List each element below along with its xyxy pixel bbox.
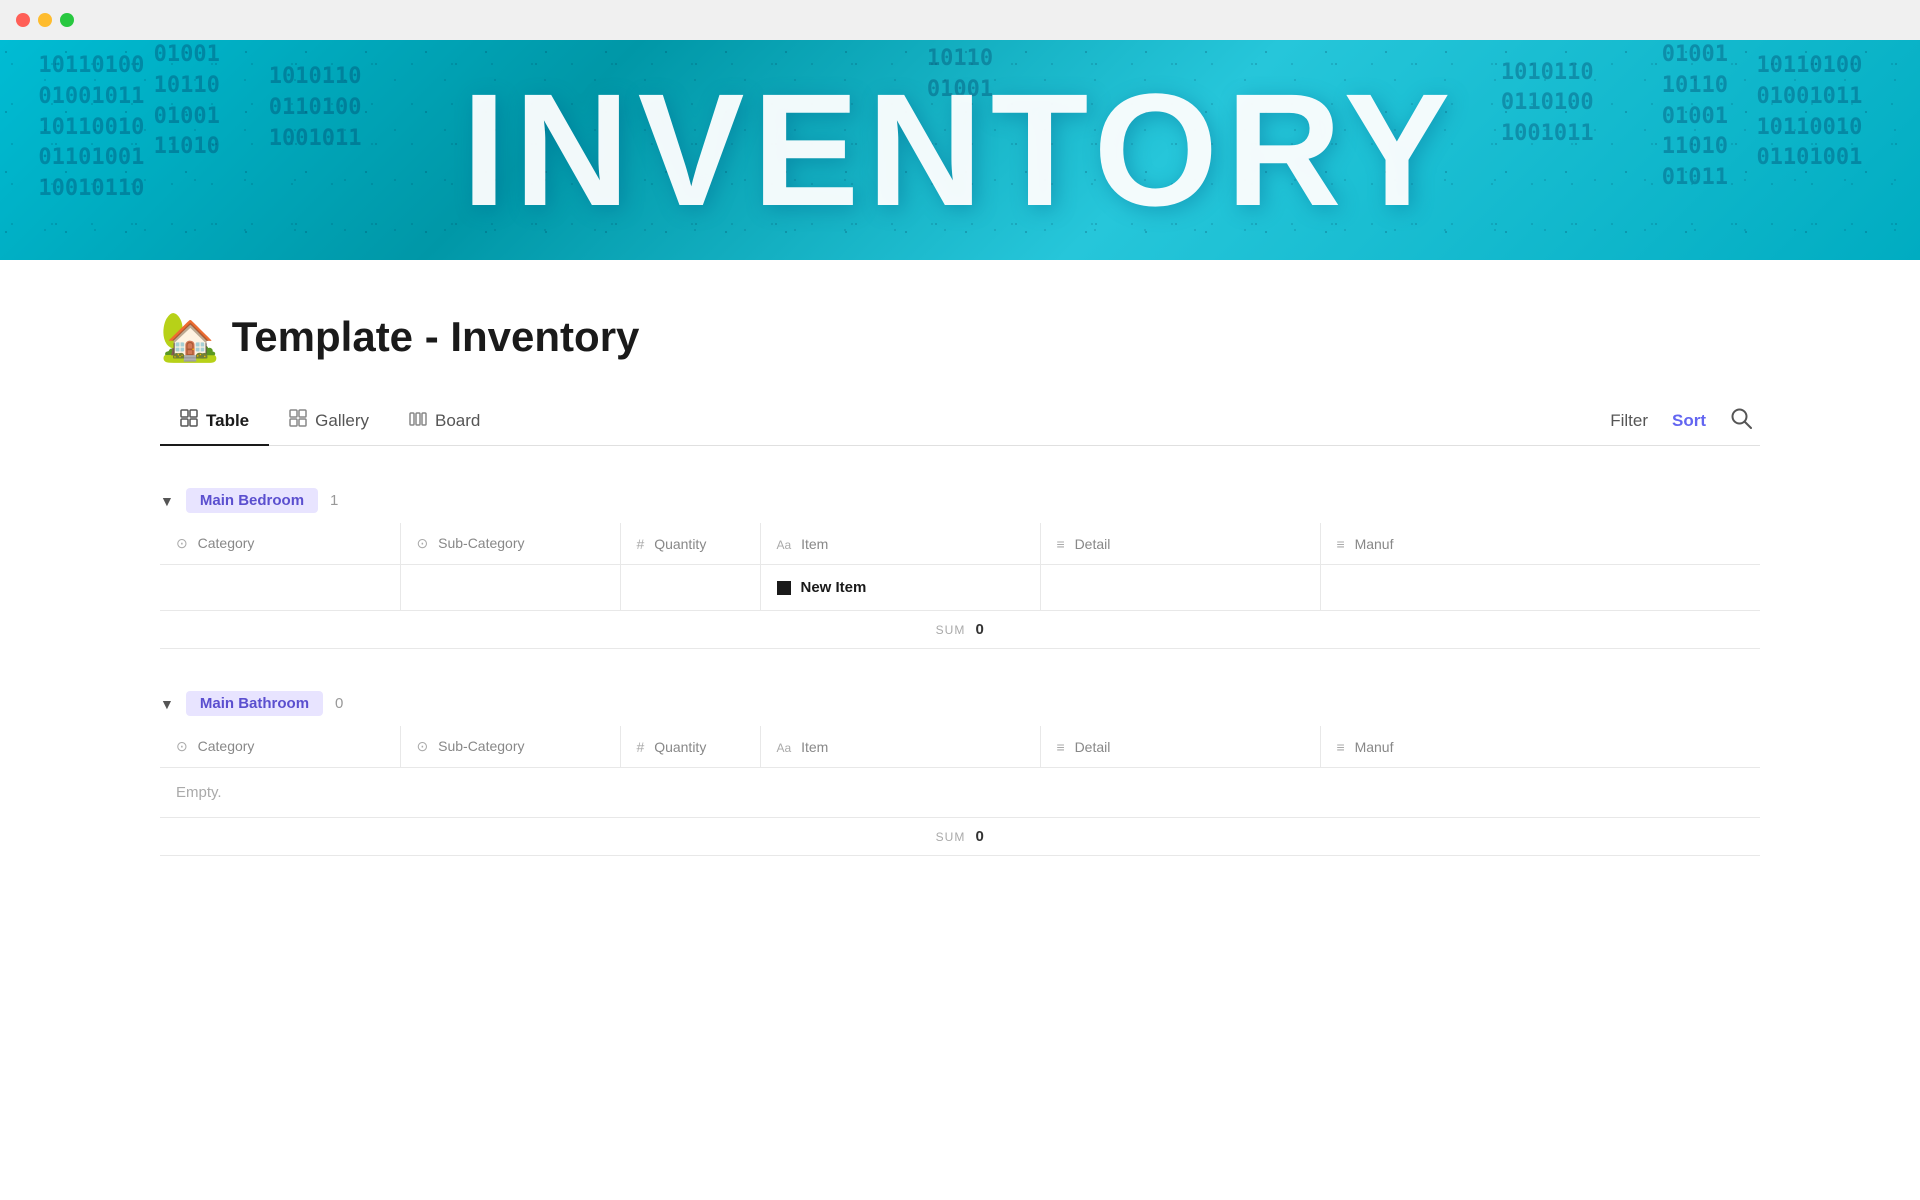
tabs-row: Table Gallery Boa — [160, 397, 1760, 446]
group-label-bathroom[interactable]: Main Bathroom — [186, 691, 323, 716]
filter-button[interactable]: Filter — [1610, 411, 1648, 431]
board-icon — [409, 411, 427, 431]
table-header-row-bathroom: ⊙ Category ⊙ Sub-Category # Quantity Aa … — [160, 726, 1760, 768]
th-subcategory-bathroom[interactable]: ⊙ Sub-Category — [400, 726, 620, 768]
subcategory-col-icon-b: ⊙ — [417, 738, 429, 754]
detail-col-icon: ≡ — [1057, 536, 1065, 552]
hero-banner: 1011010001001011101100100110100110010110… — [0, 40, 1920, 260]
cell-detail-0[interactable] — [1040, 565, 1320, 611]
tab-board-label: Board — [435, 411, 480, 431]
table-bedroom: ⊙ Category ⊙ Sub-Category # Quantity Aa … — [160, 523, 1760, 611]
table-bathroom: ⊙ Category ⊙ Sub-Category # Quantity Aa … — [160, 726, 1760, 818]
tab-table[interactable]: Table — [160, 397, 269, 446]
cell-manuf-0[interactable] — [1320, 565, 1760, 611]
group-chevron-bathroom[interactable]: ▼ — [160, 696, 174, 712]
gallery-icon — [289, 409, 307, 432]
th-item-bathroom[interactable]: Aa Item — [760, 726, 1040, 768]
group-count-bedroom: 1 — [330, 492, 338, 509]
table-header-row-bedroom: ⊙ Category ⊙ Sub-Category # Quantity Aa … — [160, 523, 1760, 565]
group-main-bedroom: ▼ Main Bedroom 1 ⊙ Category ⊙ Sub-Catego… — [160, 478, 1760, 649]
page-title: Template - Inventory — [232, 313, 640, 361]
th-subcategory-bedroom[interactable]: ⊙ Sub-Category — [400, 523, 620, 565]
manuf-col-icon: ≡ — [1337, 536, 1345, 552]
tab-gallery-label: Gallery — [315, 411, 369, 431]
group-main-bathroom: ▼ Main Bathroom 0 ⊙ Category ⊙ Sub-Categ… — [160, 681, 1760, 856]
hero-title: INVENTORY — [462, 58, 1459, 242]
item-col-icon-b: Aa — [777, 741, 792, 755]
titlebar — [0, 0, 1920, 40]
th-manuf-bathroom[interactable]: ≡ Manuf — [1320, 726, 1760, 768]
main-content: 🏡 Template - Inventory Table — [0, 260, 1920, 904]
subcategory-col-icon: ⊙ — [417, 535, 429, 551]
cell-quantity-0[interactable] — [620, 565, 760, 611]
th-quantity-bathroom[interactable]: # Quantity — [620, 726, 760, 768]
sum-row-bathroom: SUM 0 — [160, 818, 1760, 856]
page-title-row: 🏡 Template - Inventory — [160, 308, 1760, 365]
empty-row-bathroom: Empty. — [160, 768, 1760, 818]
manuf-col-icon-b: ≡ — [1337, 739, 1345, 755]
table-row[interactable]: New Item — [160, 565, 1760, 611]
group-label-bedroom[interactable]: Main Bedroom — [186, 488, 318, 513]
sum-value-bathroom: 0 — [975, 828, 984, 845]
group-header-bathroom: ▼ Main Bathroom 0 — [160, 681, 1760, 726]
tab-board[interactable]: Board — [389, 399, 500, 445]
cell-item-0[interactable]: New Item — [760, 565, 1040, 611]
quantity-col-icon: # — [637, 536, 645, 552]
th-category-bedroom[interactable]: ⊙ Category — [160, 523, 400, 565]
new-item-icon — [777, 581, 791, 595]
search-button[interactable] — [1730, 407, 1752, 435]
tab-gallery[interactable]: Gallery — [269, 397, 389, 446]
group-chevron-bedroom[interactable]: ▼ — [160, 493, 174, 509]
tab-actions: Filter Sort — [1610, 407, 1760, 435]
sum-value-bedroom: 0 — [975, 621, 984, 638]
group-count-bathroom: 0 — [335, 695, 343, 712]
page-emoji: 🏡 — [160, 308, 220, 365]
th-detail-bathroom[interactable]: ≡ Detail — [1040, 726, 1320, 768]
category-col-icon-b: ⊙ — [176, 738, 188, 754]
category-col-icon: ⊙ — [176, 535, 188, 551]
quantity-col-icon-b: # — [637, 739, 645, 755]
cell-category-0[interactable] — [160, 565, 400, 611]
cell-subcategory-0[interactable] — [400, 565, 620, 611]
th-quantity-bedroom[interactable]: # Quantity — [620, 523, 760, 565]
th-manuf-bedroom[interactable]: ≡ Manuf — [1320, 523, 1760, 565]
th-detail-bedroom[interactable]: ≡ Detail — [1040, 523, 1320, 565]
item-col-icon: Aa — [777, 538, 792, 552]
sort-button[interactable]: Sort — [1672, 411, 1706, 431]
empty-text-bathroom: Empty. — [160, 768, 1760, 818]
table-icon — [180, 409, 198, 432]
tab-table-label: Table — [206, 411, 249, 431]
close-button[interactable] — [16, 13, 30, 27]
th-item-bedroom[interactable]: Aa Item — [760, 523, 1040, 565]
sum-label-bedroom: SUM — [936, 623, 966, 637]
new-item-label: New Item — [801, 579, 867, 596]
detail-col-icon-b: ≡ — [1057, 739, 1065, 755]
minimize-button[interactable] — [38, 13, 52, 27]
maximize-button[interactable] — [60, 13, 74, 27]
group-header-bedroom: ▼ Main Bedroom 1 — [160, 478, 1760, 523]
sum-row-bedroom: SUM 0 — [160, 611, 1760, 649]
th-category-bathroom[interactable]: ⊙ Category — [160, 726, 400, 768]
sum-label-bathroom: SUM — [936, 830, 966, 844]
